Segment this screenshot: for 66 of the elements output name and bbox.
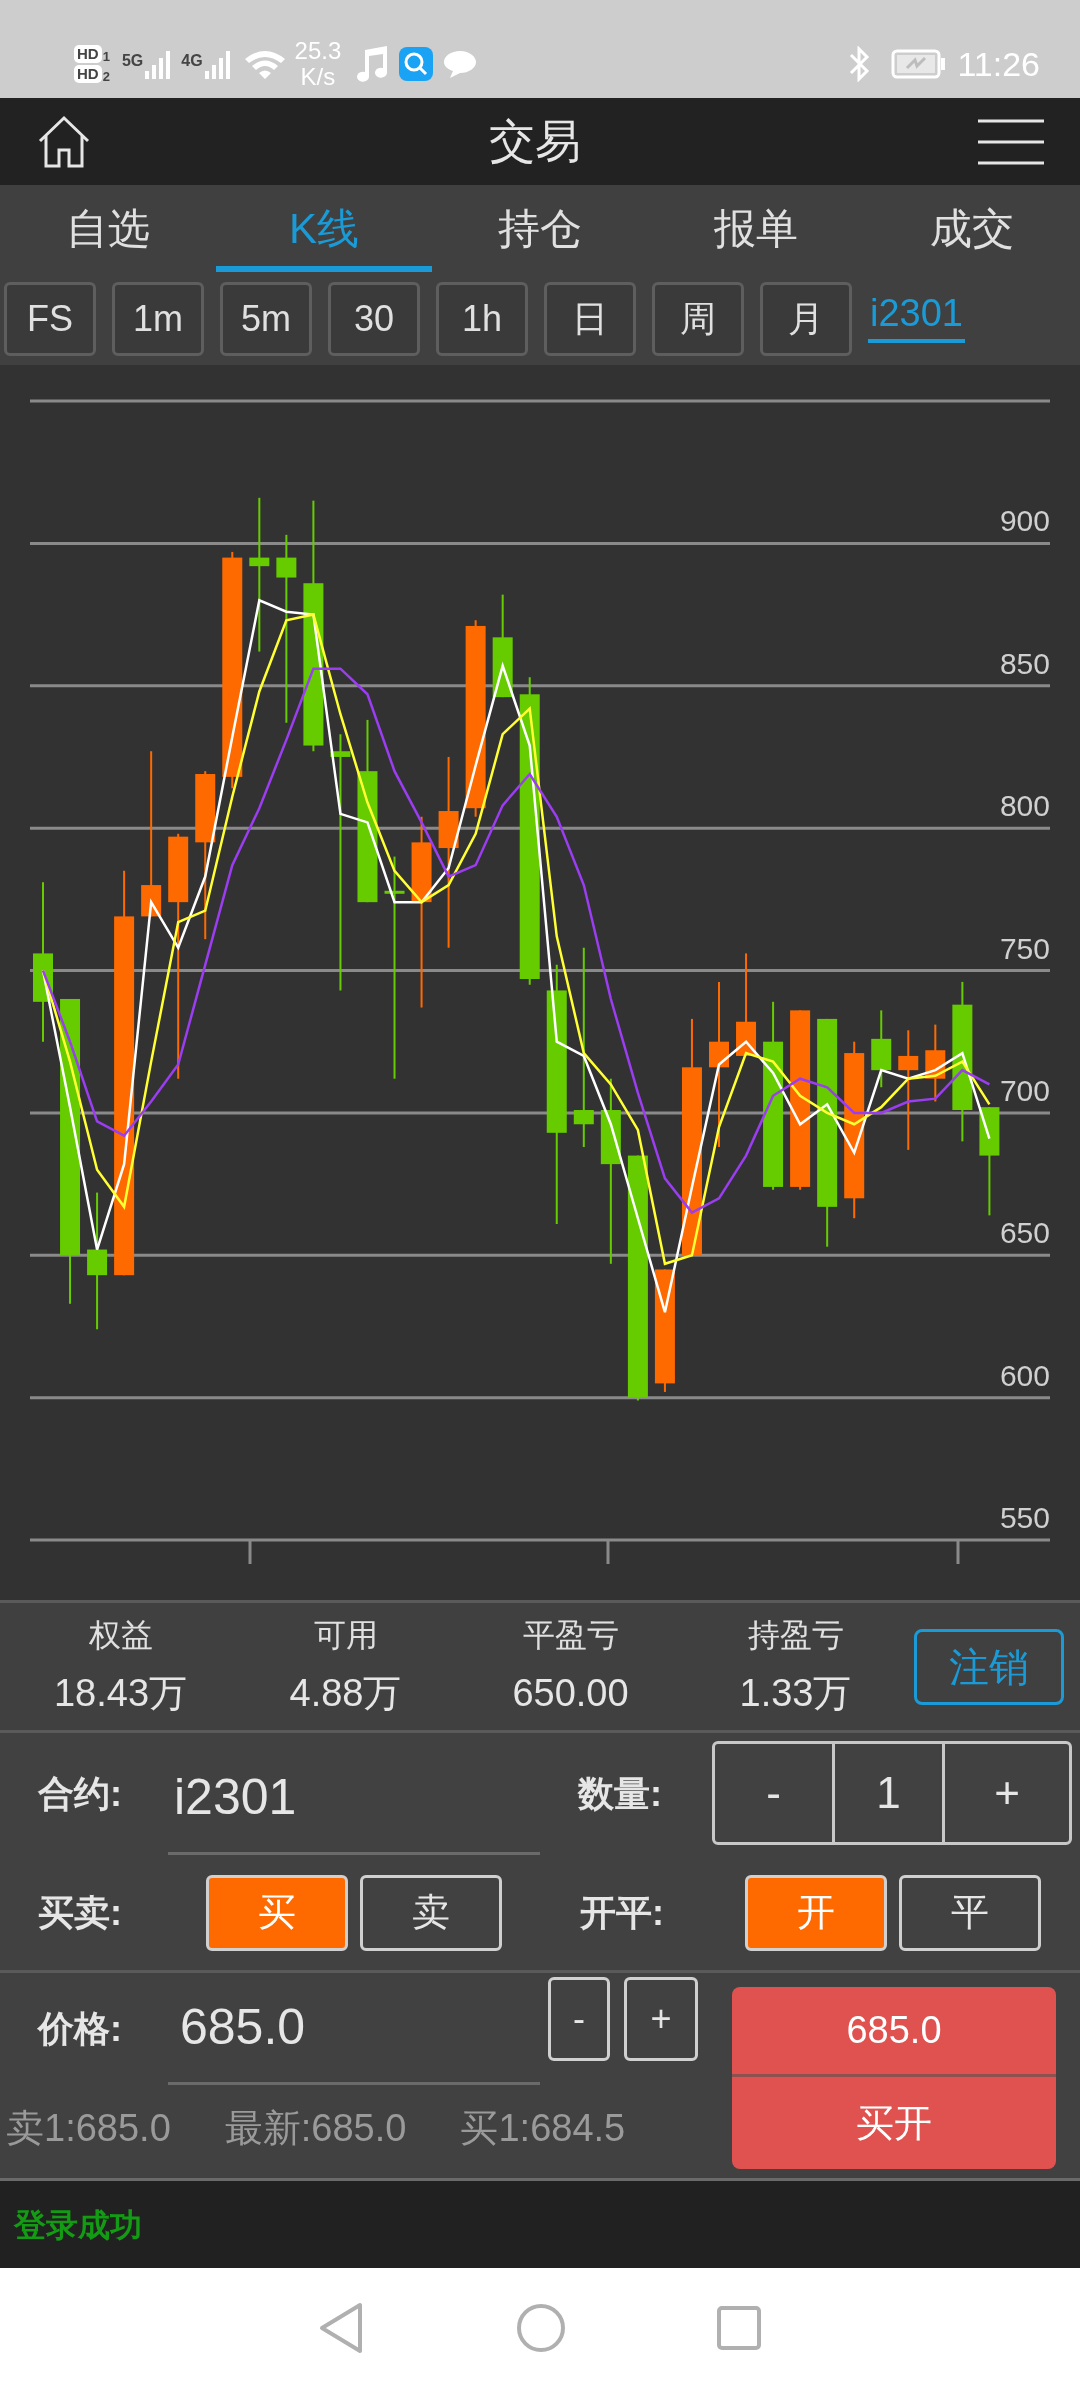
- axis-label: 900: [999, 504, 1050, 538]
- field-label: 买卖:: [38, 1890, 123, 1935]
- option-button[interactable]: 卖: [360, 1874, 502, 1951]
- home-circle-icon[interactable]: [516, 2303, 566, 2353]
- field-label: 数量:: [578, 1772, 663, 1816]
- field-label: 开平:: [580, 1890, 665, 1935]
- period-button[interactable]: 30: [328, 281, 420, 356]
- axis-label: 700: [999, 1073, 1050, 1107]
- field-label: 合约:: [38, 1772, 123, 1816]
- decrease-button[interactable]: -: [715, 1744, 835, 1842]
- recents-icon[interactable]: [716, 2305, 762, 2351]
- stat-value: 18.43万: [53, 1671, 188, 1716]
- stat-label: 可用: [313, 1616, 378, 1655]
- bluetooth-icon: [847, 46, 872, 82]
- sim-badge: HD: [74, 65, 102, 83]
- home-icon[interactable]: [36, 113, 92, 170]
- quote-text: 买1:684.5: [460, 2105, 626, 2151]
- stat-label: 权益: [88, 1616, 153, 1655]
- page-title: 交易: [489, 114, 581, 169]
- period-button[interactable]: FS: [4, 281, 96, 356]
- period-button[interactable]: 1h: [436, 281, 528, 356]
- search-app-icon: [399, 47, 434, 81]
- order-action: 买开: [855, 2100, 933, 2146]
- stat-label: 持盈亏: [747, 1616, 844, 1655]
- network-type: 5G: [121, 51, 144, 71]
- period-button[interactable]: 1m: [112, 281, 204, 356]
- axis-label: 850: [999, 646, 1050, 680]
- axis-label: 550: [999, 1501, 1050, 1534]
- order-price: 685.0: [732, 1987, 1056, 2077]
- quote-text: 最新:685.0: [224, 2105, 407, 2151]
- battery-charging-icon: [891, 48, 948, 80]
- quantity-field[interactable]: 1: [835, 1744, 945, 1842]
- tab[interactable]: 成交: [864, 185, 1080, 272]
- stat-label: 平盈亏: [522, 1616, 619, 1655]
- decrease-button[interactable]: -: [548, 1977, 610, 2061]
- sim-slot: 1: [102, 50, 110, 63]
- contract-field[interactable]: i2301: [168, 1733, 540, 1855]
- axis-label: 650: [999, 1216, 1050, 1250]
- option-button[interactable]: 平: [899, 1874, 1041, 1951]
- axis-label: 800: [999, 789, 1050, 823]
- chat-bubble-icon: [443, 49, 478, 79]
- music-note-icon: [355, 46, 390, 82]
- sim-slot: 2: [102, 70, 110, 83]
- axis-label: 750: [999, 931, 1050, 965]
- period-button[interactable]: 周: [652, 281, 744, 356]
- sim-badge: HD: [74, 45, 102, 63]
- menu-icon[interactable]: [978, 118, 1044, 165]
- submit-order-button[interactable]: 685.0 买开: [732, 1987, 1056, 2169]
- quote-text: 卖1:685.0: [6, 2105, 171, 2151]
- network-type: 4G: [181, 51, 203, 71]
- increase-button[interactable]: +: [945, 1744, 1069, 1842]
- stat-value: 650.00: [512, 1671, 629, 1716]
- field-label: 价格:: [38, 2007, 123, 2051]
- price-field[interactable]: 685.0: [168, 1973, 540, 2085]
- signal-icon: [202, 49, 233, 79]
- stat-value: 4.88万: [289, 1671, 402, 1716]
- tab[interactable]: 持仓: [432, 185, 648, 272]
- axis-label: 600: [999, 1358, 1050, 1392]
- period-button[interactable]: 5m: [220, 281, 312, 356]
- period-button[interactable]: 月: [760, 281, 852, 356]
- status-message: 登录成功: [14, 2205, 142, 2245]
- increase-button[interactable]: +: [624, 1977, 698, 2061]
- period-button[interactable]: 日: [544, 281, 636, 356]
- tab[interactable]: 报单: [648, 185, 864, 272]
- tab[interactable]: 自选: [0, 185, 216, 272]
- stat-value: 1.33万: [739, 1671, 852, 1716]
